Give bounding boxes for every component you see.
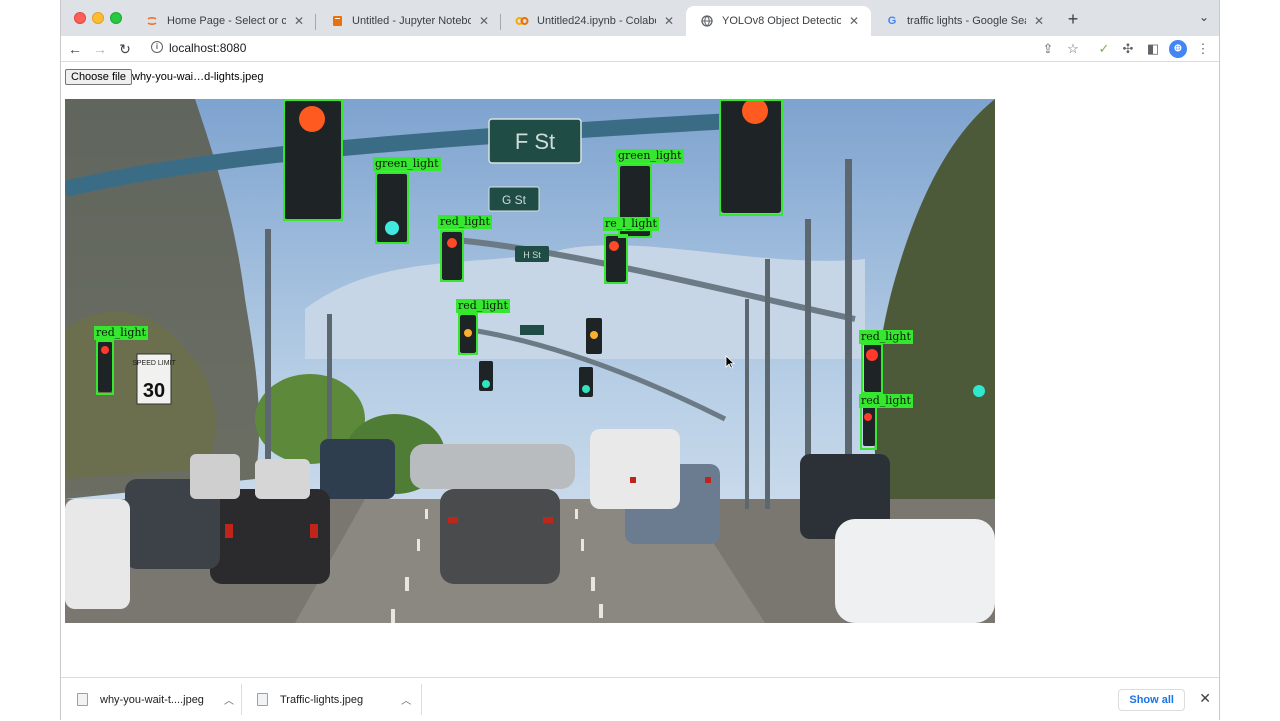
detection-result-image: F St G St H St SPEED LIMIT 30 green_ligh…	[65, 99, 995, 623]
profile-avatar-icon[interactable]: ⊕	[1169, 40, 1187, 58]
browser-toolbar: ← → ↻ i localhost:8080 ⇪ ☆ ✓ ✣ ◧ ⊕ ⋮	[61, 36, 1219, 62]
more-menu-icon[interactable]: ⋮	[1194, 40, 1212, 58]
detection-box	[375, 172, 409, 244]
close-icon[interactable]: ✕	[292, 14, 306, 28]
downloads-bar: why-you-wait-t....jpeg ︿ Traffic-lights.…	[61, 677, 1219, 720]
address-bar[interactable]: i localhost:8080	[141, 38, 1071, 60]
tab-title: YOLOv8 Object Detection	[722, 15, 841, 27]
download-item[interactable]: Traffic-lights.jpeg ︿	[257, 678, 411, 721]
tab-title: Untitled - Jupyter Notebook	[352, 15, 471, 27]
detection-box	[719, 99, 783, 216]
selected-file-name: why-you-wai…d-lights.jpeg	[132, 71, 264, 83]
tab-title: Home Page - Select or create a	[167, 15, 286, 27]
page-content: Choose file why-you-wai…d-lights.jpeg F …	[61, 63, 1219, 677]
google-icon: G	[887, 15, 897, 27]
detection-box	[604, 234, 628, 284]
street-scene-photo: F St G St H St SPEED LIMIT 30	[65, 99, 995, 623]
street-sign-g-st: G St	[502, 193, 527, 207]
detection-box	[440, 230, 464, 282]
detection-label: red_light	[456, 299, 510, 313]
detection-label: red_light	[438, 215, 492, 229]
reload-icon[interactable]: ↻	[115, 39, 135, 59]
show-all-downloads-button[interactable]: Show all	[1118, 689, 1185, 711]
url-text[interactable]: localhost:8080	[169, 41, 246, 55]
detection-box	[458, 313, 478, 355]
street-sign-f-st: F St	[515, 129, 555, 154]
detection-label: red_light	[859, 330, 913, 344]
choose-file-button[interactable]: Choose file	[65, 69, 133, 85]
detection-label: re_l_light	[603, 217, 659, 231]
tab-strip: Home Page - Select or create a ✕ Untitle…	[61, 0, 1219, 36]
detection-box	[861, 343, 883, 394]
image-file-icon	[257, 693, 268, 706]
checkmark-extension-icon[interactable]: ✓	[1095, 40, 1113, 58]
street-sign-h-st: H St	[523, 250, 541, 260]
window-zoom-button[interactable]	[110, 12, 122, 24]
mouse-cursor-icon	[725, 355, 735, 369]
share-icon[interactable]: ⇪	[1039, 40, 1057, 58]
speed-limit-label: SPEED LIMIT	[132, 360, 176, 367]
divider	[241, 684, 242, 715]
tab-google-search[interactable]: G traffic lights - Google Search ✕	[871, 6, 1056, 36]
tab-colab[interactable]: Untitled24.ipynb - Colaboratory ✕	[501, 6, 686, 36]
notebook-icon	[330, 14, 344, 28]
extensions-puzzle-icon[interactable]: ✣	[1119, 40, 1137, 58]
divider	[421, 684, 422, 715]
forward-arrow-icon[interactable]: →	[90, 39, 110, 59]
close-icon[interactable]: ✕	[662, 14, 676, 28]
speed-limit-value: 30	[143, 380, 165, 402]
chevron-up-icon[interactable]: ︿	[224, 692, 234, 707]
detection-label: red_light	[94, 326, 148, 340]
new-tab-button[interactable]: +	[1063, 9, 1083, 29]
download-item[interactable]: why-you-wait-t....jpeg ︿	[77, 678, 234, 721]
tab-jupyter-home[interactable]: Home Page - Select or create a ✕	[131, 6, 316, 36]
jupyter-icon	[145, 14, 159, 28]
detection-box	[283, 99, 343, 221]
close-icon[interactable]: ✕	[1199, 690, 1211, 707]
detection-label: green_light	[373, 157, 441, 171]
image-file-icon	[77, 693, 88, 706]
browser-window: Home Page - Select or create a ✕ Untitle…	[60, 0, 1220, 720]
bookmark-star-icon[interactable]: ☆	[1064, 40, 1082, 58]
download-file-name: why-you-wait-t....jpeg	[100, 693, 204, 706]
colab-icon	[515, 14, 529, 28]
tab-untitled-notebook[interactable]: Untitled - Jupyter Notebook ✕	[316, 6, 501, 36]
window-margin-right	[1220, 0, 1280, 720]
back-arrow-icon[interactable]: ←	[65, 39, 85, 59]
close-icon[interactable]: ✕	[847, 14, 861, 28]
detection-label: red_light	[859, 394, 913, 408]
tab-yolov8-object-detection[interactable]: YOLOv8 Object Detection ✕	[686, 6, 871, 36]
window-close-button[interactable]	[74, 12, 86, 24]
side-panel-icon[interactable]: ◧	[1144, 40, 1162, 58]
tab-title: Untitled24.ipynb - Colaboratory	[537, 15, 656, 27]
detection-box	[96, 340, 114, 395]
close-icon[interactable]: ✕	[477, 14, 491, 28]
close-icon[interactable]: ✕	[1032, 14, 1046, 28]
chevron-down-icon[interactable]: ⌄	[1199, 10, 1209, 24]
globe-icon	[700, 14, 714, 28]
detection-box	[860, 406, 877, 450]
window-minimize-button[interactable]	[92, 12, 104, 24]
info-icon[interactable]: i	[151, 41, 163, 53]
window-margin-left	[0, 0, 60, 720]
chevron-up-icon[interactable]: ︿	[401, 692, 411, 707]
tab-title: traffic lights - Google Search	[907, 15, 1026, 27]
download-file-name: Traffic-lights.jpeg	[280, 693, 364, 706]
detection-label: green_light	[616, 149, 684, 163]
